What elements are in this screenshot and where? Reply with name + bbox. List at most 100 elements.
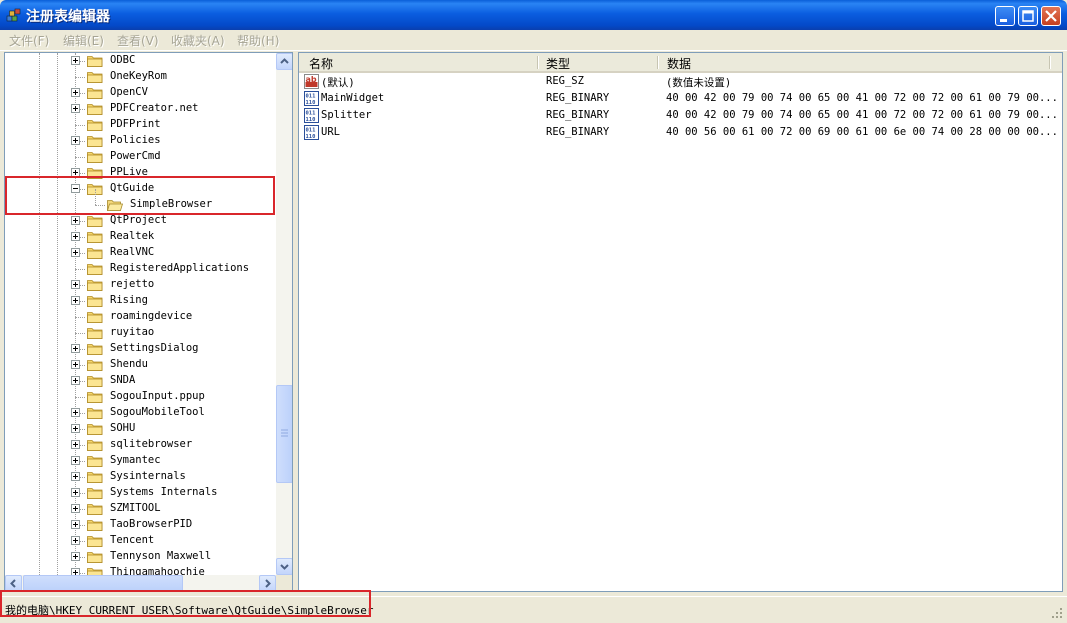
tree-item[interactable]: SZMITOOL	[5, 501, 276, 517]
expand-plus-icon[interactable]	[71, 488, 80, 497]
expand-plus-icon[interactable]	[71, 536, 80, 545]
tree-item[interactable]: QtProject	[5, 213, 276, 229]
expand-plus-icon[interactable]	[71, 296, 80, 305]
value-row[interactable]: ab (默认) REG_SZ (数值未设置)	[299, 73, 1062, 90]
tree-item[interactable]: PDFCreator.net	[5, 101, 276, 117]
expand-plus-icon[interactable]	[71, 216, 80, 225]
expand-plus-icon[interactable]	[71, 568, 80, 575]
tree-item[interactable]: TaoBrowserPID	[5, 517, 276, 533]
maximize-icon	[1022, 10, 1034, 22]
scroll-thumb-vertical[interactable]	[276, 385, 292, 483]
expand-plus-icon[interactable]	[71, 472, 80, 481]
tree-item[interactable]: SettingsDialog	[5, 341, 276, 357]
tree-item[interactable]: roamingdevice	[5, 309, 276, 325]
tree-item[interactable]: sqlitebrowser	[5, 437, 276, 453]
scroll-left-button[interactable]	[5, 575, 22, 591]
tree-item-label: PDFCreator.net	[110, 102, 199, 114]
tree-item[interactable]: ruyitao	[5, 325, 276, 341]
column-separator[interactable]	[537, 56, 539, 69]
tree-item[interactable]: OpenCV	[5, 85, 276, 101]
menu-help[interactable]: 帮助(H)	[237, 32, 279, 49]
tree-item[interactable]: Tencent	[5, 533, 276, 549]
tree-connector-line	[75, 125, 85, 126]
menu-edit[interactable]: 编辑(E)	[63, 32, 104, 49]
folder-icon	[87, 520, 103, 531]
tree-item[interactable]: Thingamahoochie	[5, 565, 276, 575]
tree-item[interactable]: PPLive	[5, 165, 276, 181]
tree-vertical-scrollbar[interactable]	[276, 53, 292, 575]
registry-value-list[interactable]: 名称 类型 数据 ab (默认) REG_SZ (数值未设置) 011 110 MainWi…	[298, 52, 1063, 592]
expand-plus-icon[interactable]	[71, 520, 80, 529]
menu-file[interactable]: 文件(F)	[9, 32, 49, 49]
tree-item[interactable]: ODBC	[5, 53, 276, 69]
registry-key-tree[interactable]: ODBC OneKeyRom OpenCV PDFCreator.net PDFPrin…	[4, 52, 293, 592]
tree-item[interactable]: PDFPrint	[5, 117, 276, 133]
expand-plus-icon[interactable]	[71, 440, 80, 449]
tree-item-label: SNDA	[110, 374, 136, 386]
minimize-button[interactable]	[995, 6, 1015, 26]
tree-item[interactable]: Realtek	[5, 229, 276, 245]
expand-plus-icon[interactable]	[71, 248, 80, 257]
resize-grip-icon[interactable]	[1051, 607, 1063, 619]
expand-plus-icon[interactable]	[71, 56, 80, 65]
scroll-up-button[interactable]	[276, 53, 292, 70]
tree-item[interactable]: OneKeyRom	[5, 69, 276, 85]
collapse-minus-icon[interactable]	[71, 184, 80, 193]
folder-icon	[87, 376, 103, 387]
expand-plus-icon[interactable]	[71, 424, 80, 433]
menu-view[interactable]: 查看(V)	[117, 32, 159, 49]
expand-plus-icon[interactable]	[71, 504, 80, 513]
tree-item[interactable]: Sysinternals	[5, 469, 276, 485]
scroll-right-button[interactable]	[259, 575, 276, 591]
tree-item[interactable]: Rising	[5, 293, 276, 309]
tree-horizontal-scrollbar[interactable]	[5, 575, 276, 591]
tree-item[interactable]: Symantec	[5, 453, 276, 469]
value-row[interactable]: 011 110 URL REG_BINARY 40 00 56 00 61 00 72 …	[299, 124, 1062, 141]
scroll-thumb-horizontal[interactable]	[23, 575, 183, 591]
tree-item[interactable]: RealVNC	[5, 245, 276, 261]
tree-item-label: OneKeyRom	[110, 70, 167, 82]
expand-plus-icon[interactable]	[71, 344, 80, 353]
column-header-type[interactable]: 类型	[546, 55, 570, 72]
expand-plus-icon[interactable]	[71, 168, 80, 177]
expand-plus-icon[interactable]	[71, 552, 80, 561]
expand-plus-icon[interactable]	[71, 408, 80, 417]
tree-item[interactable]: PowerCmd	[5, 149, 276, 165]
value-row[interactable]: 011 110 Splitter REG_BINARY 40 00 42 00 79 0…	[299, 107, 1062, 124]
tree-connector-line	[95, 205, 105, 206]
tree-item[interactable]: rejetto	[5, 277, 276, 293]
expand-plus-icon[interactable]	[71, 280, 80, 289]
value-row[interactable]: 011 110 MainWidget REG_BINARY 40 00 42 00 79…	[299, 90, 1062, 107]
column-separator[interactable]	[1049, 56, 1051, 69]
tree-item[interactable]: SimpleBrowser	[5, 189, 276, 213]
column-header-data[interactable]: 数据	[667, 55, 691, 72]
tree-item[interactable]: SogouInput.ppup	[5, 389, 276, 405]
title-bar[interactable]: 注册表编辑器	[0, 0, 1067, 30]
folder-icon	[87, 344, 103, 355]
expand-plus-icon[interactable]	[71, 232, 80, 241]
close-button[interactable]	[1041, 6, 1061, 26]
scroll-down-button[interactable]	[276, 558, 292, 575]
tree-item[interactable]: SNDA	[5, 373, 276, 389]
tree-item[interactable]: Systems Internals	[5, 485, 276, 501]
svg-text:110: 110	[306, 100, 316, 106]
expand-plus-icon[interactable]	[71, 376, 80, 385]
menu-favorites[interactable]: 收藏夹(A)	[171, 32, 225, 49]
maximize-button[interactable]	[1018, 6, 1038, 26]
tree-item[interactable]: QtGuide	[5, 181, 276, 197]
expand-plus-icon[interactable]	[71, 456, 80, 465]
svg-text:011: 011	[306, 111, 317, 117]
tree-item[interactable]: Tennyson Maxwell	[5, 549, 276, 565]
tree-item[interactable]: RegisteredApplications	[5, 261, 276, 277]
tree-item[interactable]: SOHU	[5, 421, 276, 437]
tree-item[interactable]: Shendu	[5, 357, 276, 373]
column-header-name[interactable]: 名称	[309, 55, 333, 72]
expand-plus-icon[interactable]	[71, 88, 80, 97]
tree-item[interactable]: Policies	[5, 133, 276, 149]
expand-plus-icon[interactable]	[71, 104, 80, 113]
svg-text:011: 011	[306, 128, 317, 134]
expand-plus-icon[interactable]	[71, 360, 80, 369]
column-separator[interactable]	[657, 56, 659, 69]
expand-plus-icon[interactable]	[71, 136, 80, 145]
tree-item[interactable]: SogouMobileTool	[5, 405, 276, 421]
